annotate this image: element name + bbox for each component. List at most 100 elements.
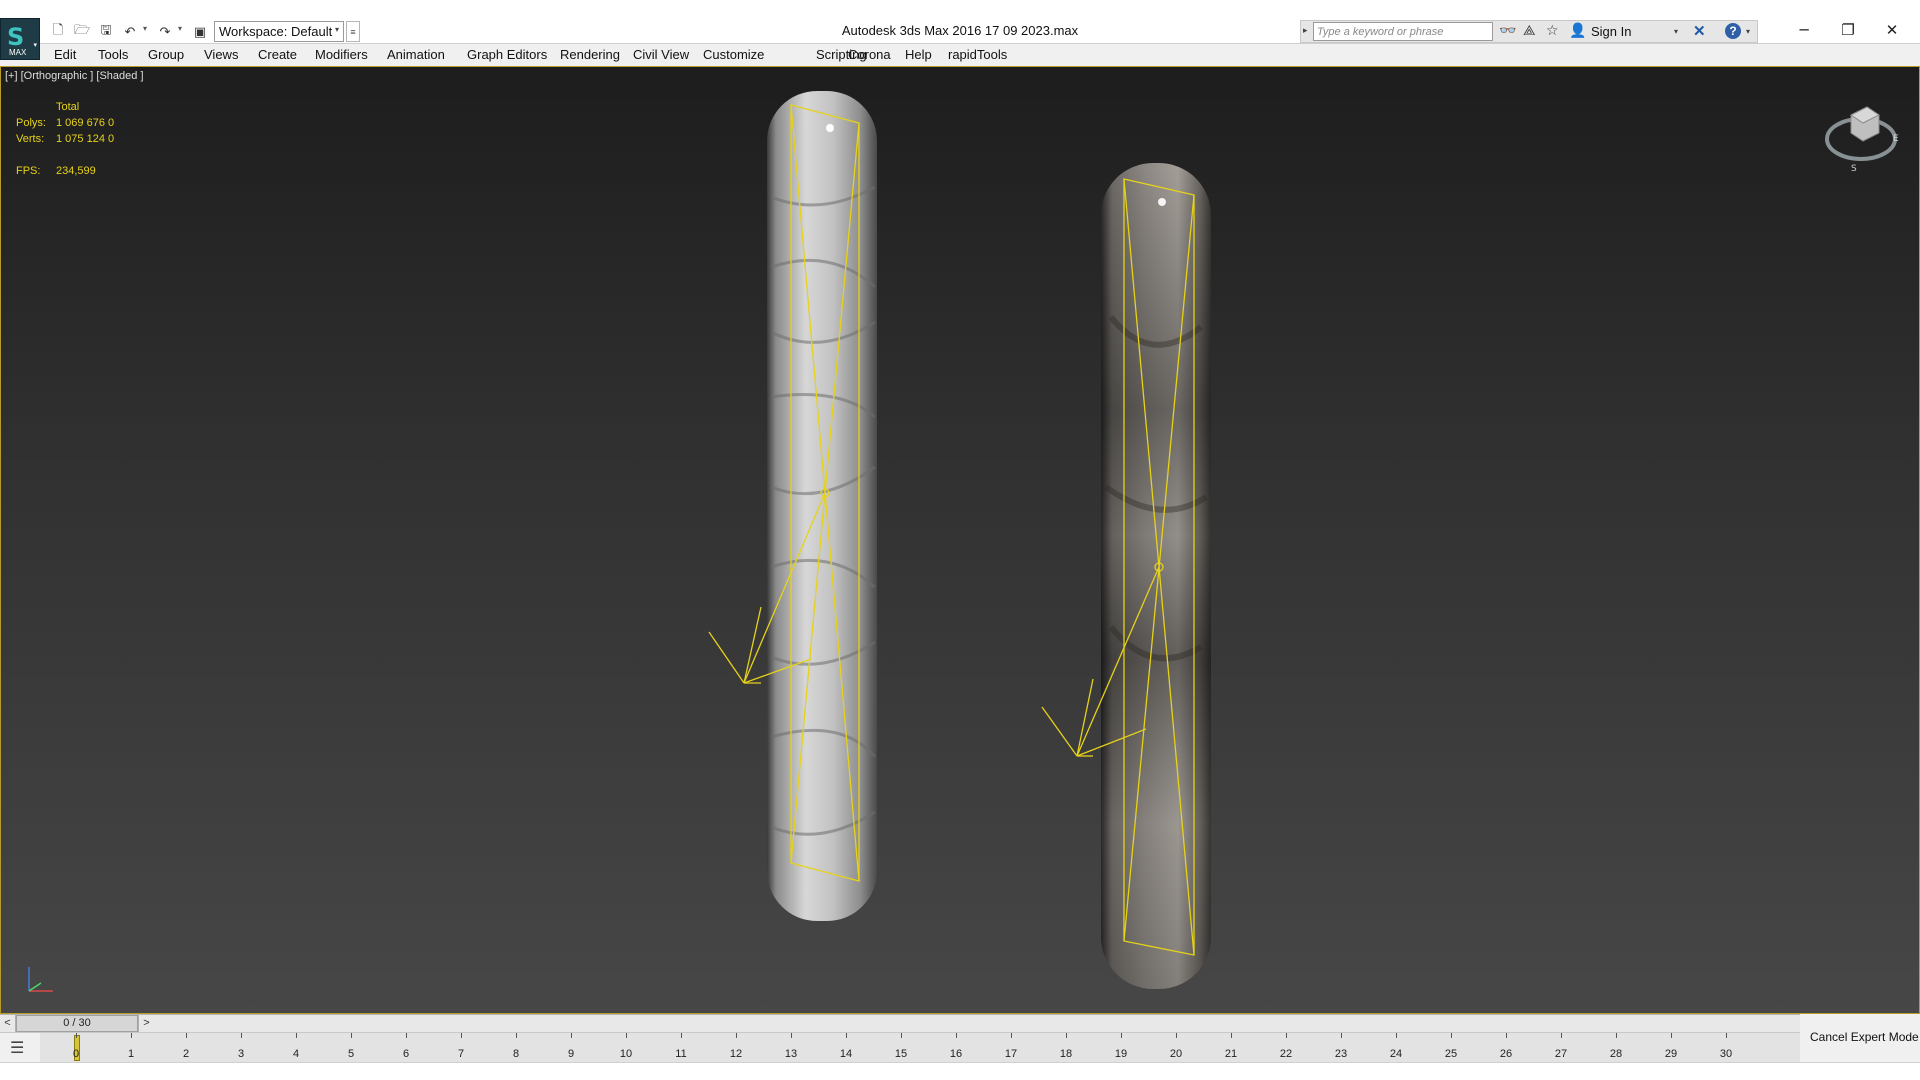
time-prev-button[interactable]: < xyxy=(0,1015,16,1032)
frame-tick xyxy=(1341,1033,1342,1038)
frame-tick xyxy=(1396,1033,1397,1038)
frame-label: 14 xyxy=(839,1048,853,1060)
menu-civil-view[interactable]: Civil View xyxy=(633,47,689,62)
redo-icon[interactable]: ↷ xyxy=(155,22,175,42)
binoculars-icon[interactable]: 👓 xyxy=(1499,23,1516,39)
menu-modifiers[interactable]: Modifiers xyxy=(315,47,368,62)
frame-label: 26 xyxy=(1499,1048,1513,1060)
time-next-button[interactable]: > xyxy=(138,1015,154,1032)
frame-tick xyxy=(1451,1033,1452,1038)
frame-tick xyxy=(1176,1033,1177,1038)
frame-label: 3 xyxy=(237,1048,245,1060)
frame-tick xyxy=(626,1033,627,1038)
save-icon[interactable]: 🖫 xyxy=(96,22,116,42)
chevron-down-icon[interactable]: ▾ xyxy=(1674,27,1678,36)
menu-customize[interactable]: Customize xyxy=(703,47,764,62)
frame-label: 23 xyxy=(1334,1048,1348,1060)
search-toggle-icon[interactable]: ▸ xyxy=(1303,25,1308,36)
frame-tick xyxy=(1561,1033,1562,1038)
mini-curve-editor-icon[interactable]: ☰ xyxy=(10,1038,24,1057)
svg-text:E: E xyxy=(1893,134,1899,144)
cancel-expert-mode-button[interactable]: Cancel Expert Mode xyxy=(1800,1014,1920,1062)
frame-label: 10 xyxy=(619,1048,633,1060)
menu-tools[interactable]: Tools xyxy=(98,47,128,62)
marble-cylinder-left[interactable] xyxy=(767,91,877,921)
frame-label: 2 xyxy=(182,1048,190,1060)
frame-label: 28 xyxy=(1609,1048,1623,1060)
frame-tick xyxy=(241,1033,242,1038)
viewport-scene[interactable] xyxy=(1,67,1919,1013)
menu-graph-editors[interactable]: Graph Editors xyxy=(467,47,547,62)
star-icon[interactable]: ☆ xyxy=(1546,23,1559,39)
frame-tick xyxy=(1726,1033,1727,1038)
frame-tick xyxy=(76,1033,77,1038)
frame-ruler[interactable]: 0 1 2 3 4 5 6 7 8 9 10 11 12 13 14 15 16 17 18 19 20 21 22 23 24… xyxy=(40,1033,1800,1063)
polys-value: 1 069 676 0 xyxy=(56,117,115,129)
menu-edit[interactable]: Edit xyxy=(54,47,76,62)
undo-icon[interactable]: ↶ xyxy=(120,22,140,42)
axis-tripod-icon xyxy=(28,967,53,992)
workspace-dropdown[interactable]: Workspace: Default ▾ xyxy=(214,21,344,42)
close-button[interactable]: ✕ xyxy=(1870,16,1914,44)
menu-animation[interactable]: Animation xyxy=(387,47,445,62)
frame-tick xyxy=(131,1033,132,1038)
menu-group[interactable]: Group xyxy=(148,47,184,62)
frame-tick xyxy=(1066,1033,1067,1038)
quick-access-customize-button[interactable]: ≡ xyxy=(346,21,360,42)
menu-views[interactable]: Views xyxy=(204,47,238,62)
time-slider[interactable]: < 0 / 30 > xyxy=(0,1014,1920,1032)
frame-tick xyxy=(1121,1033,1122,1038)
frame-tick xyxy=(1506,1033,1507,1038)
frame-tick xyxy=(1011,1033,1012,1038)
menu-bar: Edit Tools Group Views Create Modifiers … xyxy=(40,44,1920,66)
new-file-icon[interactable]: 🗋 xyxy=(48,22,68,42)
search-input[interactable] xyxy=(1313,22,1493,41)
frame-label: 6 xyxy=(402,1048,410,1060)
minimize-button[interactable]: ─ xyxy=(1782,16,1826,44)
restore-button[interactable]: ❐ xyxy=(1826,16,1870,44)
frame-tick xyxy=(1231,1033,1232,1038)
frame-label: 5 xyxy=(347,1048,355,1060)
time-slider-thumb[interactable]: 0 / 30 xyxy=(16,1015,138,1032)
frame-tick xyxy=(296,1033,297,1038)
chevron-down-icon[interactable]: ▾ xyxy=(1746,27,1750,36)
frame-label: 20 xyxy=(1169,1048,1183,1060)
user-icon[interactable]: 👤 xyxy=(1569,23,1586,39)
workspace-label: Workspace: Default xyxy=(219,24,333,39)
menu-help[interactable]: Help xyxy=(905,47,932,62)
undo-dropdown-icon[interactable]: ▾ xyxy=(143,24,147,33)
frame-label: 22 xyxy=(1279,1048,1293,1060)
menu-rendering[interactable]: Rendering xyxy=(560,47,620,62)
perspective-viewport[interactable]: [+] [Orthographic ] [Shaded ] Total Poly… xyxy=(0,66,1920,1014)
autodesk-exchange-icon[interactable]: ✕ xyxy=(1693,22,1706,40)
frame-label: 1 xyxy=(127,1048,135,1060)
menu-corona[interactable]: Corona xyxy=(848,47,891,62)
viewcube-icon[interactable]: S E xyxy=(1821,93,1901,173)
open-file-icon[interactable]: 🗁 xyxy=(72,22,92,42)
frame-label: 29 xyxy=(1664,1048,1678,1060)
frame-tick xyxy=(1671,1033,1672,1038)
menu-create[interactable]: Create xyxy=(258,47,297,62)
help-icon[interactable]: ? xyxy=(1725,23,1741,39)
frame-tick xyxy=(846,1033,847,1038)
project-folder-icon[interactable]: ▣ xyxy=(190,22,210,42)
frame-tick xyxy=(956,1033,957,1038)
chevron-down-icon: ▾ xyxy=(33,42,37,49)
frame-tick xyxy=(186,1033,187,1038)
frame-label: 27 xyxy=(1554,1048,1568,1060)
app-logo-icon: S xyxy=(7,23,25,51)
subscription-icon[interactable]: ⟁ xyxy=(1523,23,1536,39)
application-menu-button[interactable]: S ▾ MAX xyxy=(0,18,40,60)
menu-rapidtools[interactable]: rapidTools xyxy=(948,47,1007,62)
infocenter-toolbar: ▸ 👓 ⟁ ☆ 👤 Sign In ▾ ✕ ? ▾ xyxy=(1300,20,1758,43)
viewport-label-menu[interactable]: [+] [Orthographic ] [Shaded ] xyxy=(5,70,144,82)
app-logo-caption: MAX xyxy=(9,48,27,57)
frame-label: 7 xyxy=(457,1048,465,1060)
redo-dropdown-icon[interactable]: ▾ xyxy=(178,24,182,33)
title-bar: 🗋 🗁 🖫 ↶ ▾ ↷ ▾ ▣ Workspace: Default ▾ ≡ A… xyxy=(0,0,1920,44)
app-window: 🗋 🗁 🖫 ↶ ▾ ↷ ▾ ▣ Workspace: Default ▾ ≡ A… xyxy=(0,0,1920,1080)
frame-label: 24 xyxy=(1389,1048,1403,1060)
frame-tick xyxy=(791,1033,792,1038)
frame-label: 18 xyxy=(1059,1048,1073,1060)
sign-in-button[interactable]: Sign In xyxy=(1591,24,1631,39)
